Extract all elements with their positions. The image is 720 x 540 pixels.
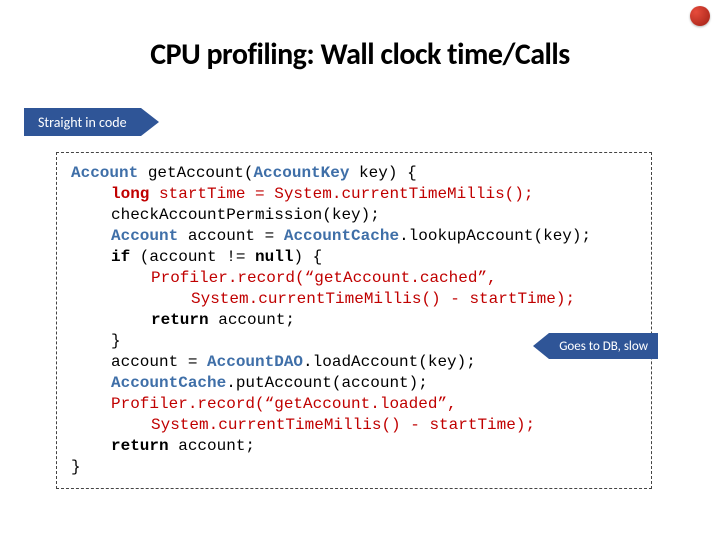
code-token: .lookupAccount(key); bbox=[399, 227, 591, 245]
code-token: startTime = System.currentTimeMillis(); bbox=[149, 185, 533, 203]
code-token: return bbox=[111, 437, 169, 455]
logo-icon bbox=[690, 6, 710, 26]
code-token: .loadAccount(key); bbox=[303, 353, 476, 371]
callout-right: Goes to DB, slow bbox=[533, 333, 658, 359]
code-token: key) { bbox=[349, 164, 416, 182]
code-token: account; bbox=[169, 437, 255, 455]
code-token: if bbox=[111, 248, 130, 266]
code-token: return bbox=[151, 311, 209, 329]
callout-left-label: Straight in code bbox=[24, 108, 141, 136]
code-token: AccountCache bbox=[284, 227, 399, 245]
code-token: Profiler.record(“getAccount.cached”, bbox=[151, 269, 497, 287]
slide-title: CPU profiling: Wall clock time/Calls bbox=[0, 36, 720, 73]
code-token: AccountCache bbox=[111, 374, 226, 392]
code-token: .putAccount(account); bbox=[226, 374, 428, 392]
code-token: ) { bbox=[293, 248, 322, 266]
code-snippet: Account getAccount(AccountKey key) { lon… bbox=[56, 152, 652, 489]
code-token: null bbox=[255, 248, 293, 266]
code-token: AccountKey bbox=[253, 164, 349, 182]
code-token: account = bbox=[178, 227, 284, 245]
code-token: AccountDAO bbox=[207, 353, 303, 371]
code-token: } bbox=[111, 331, 121, 352]
code-token: account; bbox=[209, 311, 295, 329]
code-token: Profiler.record(“getAccount.loaded”, bbox=[111, 395, 457, 413]
code-token: account = bbox=[111, 353, 207, 371]
code-token: Account bbox=[111, 227, 178, 245]
code-token: getAccount( bbox=[138, 164, 253, 182]
callout-right-label: Goes to DB, slow bbox=[549, 333, 658, 359]
code-token: long bbox=[111, 185, 149, 203]
code-token: System.currentTimeMillis() - startTime); bbox=[151, 416, 535, 434]
chevron-left-icon bbox=[533, 333, 549, 359]
code-token: (account != bbox=[130, 248, 255, 266]
chevron-right-icon bbox=[141, 108, 159, 136]
code-token: } bbox=[71, 458, 81, 476]
callout-left: Straight in code bbox=[24, 108, 159, 136]
code-token: Account bbox=[71, 164, 138, 182]
code-token: System.currentTimeMillis() - startTime); bbox=[191, 290, 575, 308]
code-token: checkAccountPermission(key); bbox=[111, 205, 380, 226]
